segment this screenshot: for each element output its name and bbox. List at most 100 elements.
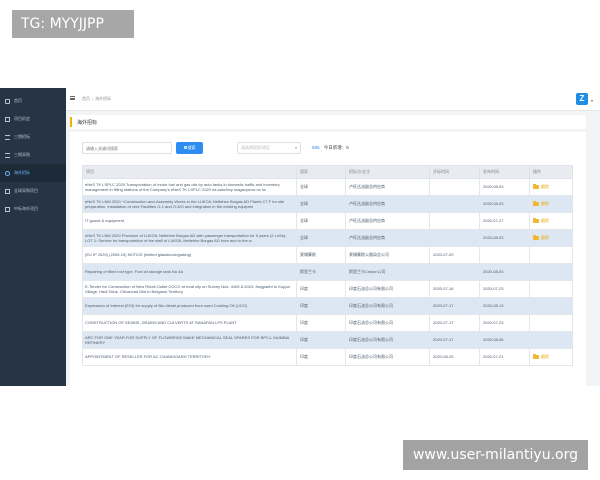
follow-label: 跟踪 — [541, 353, 549, 359]
sidebar-item-opportunities[interactable]: 项目机会 — [0, 110, 66, 128]
project-cell[interactable]: Repairing of filled roof type. Fuel oil … — [82, 263, 297, 281]
sidebar-item-label: 三期招标 — [14, 134, 30, 139]
table-row[interactable]: CONSTRUCTION OF SEABIS, DRAINS AND CULVE… — [82, 314, 573, 332]
owner-cell: 卢旺达油副总供应商 — [345, 195, 430, 213]
country-cell: 印度 — [296, 280, 346, 298]
publish-date-cell: 2020-07-21 — [479, 348, 530, 366]
watermark: www.user-milantiyu.org — [402, 440, 588, 470]
list-icon — [5, 152, 10, 158]
country-select[interactable]: 请选择国家/地区 ▾ — [237, 142, 301, 154]
open-date-cell: 2020-07-20 — [429, 246, 480, 264]
publish-date-cell: 2020-08-03 — [479, 178, 530, 196]
open-date-cell — [429, 178, 480, 196]
action-cell — [529, 331, 573, 349]
table-row[interactable]: APPOINTMENT OF RESELLER FOR AC CHANDIGAR… — [82, 348, 573, 366]
folder-icon — [533, 200, 539, 206]
action-cell: 跟踪 — [529, 348, 573, 366]
project-cell[interactable]: E-Tender for Construction of New Retail … — [82, 280, 297, 298]
publish-date-cell: 2020-07-23 — [479, 314, 530, 332]
publish-date-cell: 2020-07-23 — [479, 280, 530, 298]
country-select-placeholder: 请选择国家/地区 — [241, 145, 271, 150]
table-row[interactable]: E-Tender for Construction of New Retail … — [82, 280, 573, 298]
country-cell: 柬埔寨欧 — [296, 246, 346, 264]
owner-cell: 卢旺达油副总供应商 — [345, 229, 430, 247]
stats-summary: 585 今日新增：6 — [312, 145, 349, 151]
follow-button[interactable]: 跟踪 — [533, 217, 549, 224]
today-new-count: 今日新增：6 — [323, 145, 349, 150]
open-date-cell: 2020-08-25 — [429, 348, 480, 366]
table-row[interactable]: Repairing of filled roof type. Fuel oil … — [82, 263, 573, 281]
owner-cell: 印度石油总公司有限公司 — [345, 314, 430, 332]
country-cell: 全球 — [296, 212, 346, 230]
sidebar-item-label: 三期采购 — [14, 152, 30, 157]
project-cell[interactable]: (EU IP 2020) (2009-10) NOTICE (limited g… — [82, 246, 297, 264]
sidebar-item-global-procurement[interactable]: 全球采购项目 — [0, 182, 66, 200]
follow-button[interactable]: 跟踪 — [533, 234, 549, 241]
sidebar-item-label: 项目机会 — [14, 116, 30, 121]
sidebar-item-tenders[interactable]: 三期招标 — [0, 128, 66, 146]
project-cell[interactable]: ARC FOR ONE YEAR FOR SUPPLY OF FLOWBRIVE… — [82, 331, 297, 349]
follow-button[interactable]: 跟踪 — [533, 200, 549, 207]
owner-cell: 印度石油总公司有限公司 — [345, 348, 430, 366]
country-cell: 印度 — [296, 348, 346, 366]
sidebar-item-label: 海外招标 — [14, 170, 30, 175]
table-header-row: 项目 国家 招标方/业主 开标时间 发布时间 操作 — [82, 165, 573, 179]
project-cell[interactable]: Expression of Interest (EOI) for supply … — [82, 297, 297, 315]
column-header: 招标方/业主 — [345, 165, 430, 179]
app-window: 首页 项目机会 三期招标 三期采购 海外招标 全球采购项目 中标海外项目 首页 … — [0, 88, 600, 386]
project-cell[interactable]: eNeS TK LNM 2020 +Construction-and-Assem… — [82, 195, 297, 213]
chevron-down-icon[interactable]: ▾ — [591, 98, 593, 103]
column-header: 项目 — [82, 165, 297, 179]
sidebar-item-won-projects[interactable]: 中标海外项目 — [0, 200, 66, 218]
breadcrumb: 首页 / 海外招标 — [82, 96, 111, 102]
breadcrumb-separator: / — [92, 96, 94, 101]
project-cell[interactable]: eNeS TK LSPLC 2020 Transportation of mot… — [82, 178, 297, 196]
telegram-tag: TG: MYYJJPP — [12, 10, 134, 38]
sidebar-item-label: 中标海外项目 — [14, 206, 38, 211]
table-row[interactable]: eNeS TK LNM 2020 Provision of LUKOIL Nef… — [82, 229, 573, 247]
doc-icon — [5, 206, 10, 212]
table-row[interactable]: Expression of Interest (EOI) for supply … — [82, 297, 573, 315]
project-cell[interactable]: CONSTRUCTION OF SEABIS, DRAINS AND CULVE… — [82, 314, 297, 332]
follow-label: 跟踪 — [541, 200, 549, 206]
action-cell: 跟踪 — [529, 195, 573, 213]
project-cell[interactable]: eNeS TK LNM 2020 Provision of LUKOIL Nef… — [82, 229, 297, 247]
table-row[interactable]: eNeS TK LSPLC 2020 Transportation of mot… — [82, 178, 573, 196]
project-cell[interactable]: APPOINTMENT OF RESELLER FOR AC CHANDIGAR… — [82, 348, 297, 366]
owner-cell: 印度石油总公司有限公司 — [345, 297, 430, 315]
table-row[interactable]: (EU IP 2020) (2009-10) NOTICE (limited g… — [82, 246, 573, 264]
follow-button[interactable]: 跟踪 — [533, 183, 549, 190]
follow-button[interactable]: 跟踪 — [533, 353, 549, 360]
publish-date-cell: 2020-08-06 — [479, 331, 530, 349]
country-cell: 印度 — [296, 297, 346, 315]
table-row[interactable]: IT goods & equipment 全球 卢旺达油副总供应商 2020-0… — [82, 212, 573, 230]
folder-icon — [533, 183, 539, 189]
sidebar-item-overseas-tenders[interactable]: 海外招标 — [0, 164, 66, 182]
folder-icon — [533, 353, 539, 359]
page-title-bar: 海外招标 — [70, 115, 586, 129]
country-cell: 全球 — [296, 195, 346, 213]
sidebar: 首页 项目机会 三期招标 三期采购 海外招标 全球采购项目 中标海外项目 — [0, 88, 66, 386]
search-input[interactable] — [82, 142, 172, 154]
sidebar-item-procurement[interactable]: 三期采购 — [0, 146, 66, 164]
sidebar-item-home[interactable]: 首页 — [0, 92, 66, 110]
table-row[interactable]: eNeS TK LNM 2020 +Construction-and-Assem… — [82, 195, 573, 213]
doc-icon — [5, 188, 10, 194]
table-row[interactable]: ARC FOR ONE YEAR FOR SUPPLY OF FLOWBRIVE… — [82, 331, 573, 349]
open-date-cell: 2020-07-17 — [429, 297, 480, 315]
breadcrumb-home[interactable]: 首页 — [82, 96, 90, 101]
list-icon — [5, 134, 10, 140]
project-cell[interactable]: IT goods & equipment — [82, 212, 297, 230]
action-cell — [529, 263, 573, 281]
owner-cell: 卢旺达油副总供应商 — [345, 178, 430, 196]
open-date-cell — [429, 212, 480, 230]
menu-icon[interactable] — [70, 96, 75, 100]
open-date-cell: 2020-07-16 — [429, 280, 480, 298]
screenshot: TG: MYYJJPP 首页 项目机会 三期招标 三期采购 海外招标 全球采购项… — [0, 0, 600, 480]
country-cell: 印度 — [296, 314, 346, 332]
follow-label: 跟踪 — [541, 217, 549, 223]
owner-cell: 印度石油总公司有限公司 — [345, 280, 430, 298]
search-button[interactable]: 搜索 — [176, 142, 203, 154]
home-icon — [5, 98, 10, 104]
column-header: 开标时间 — [429, 165, 480, 179]
